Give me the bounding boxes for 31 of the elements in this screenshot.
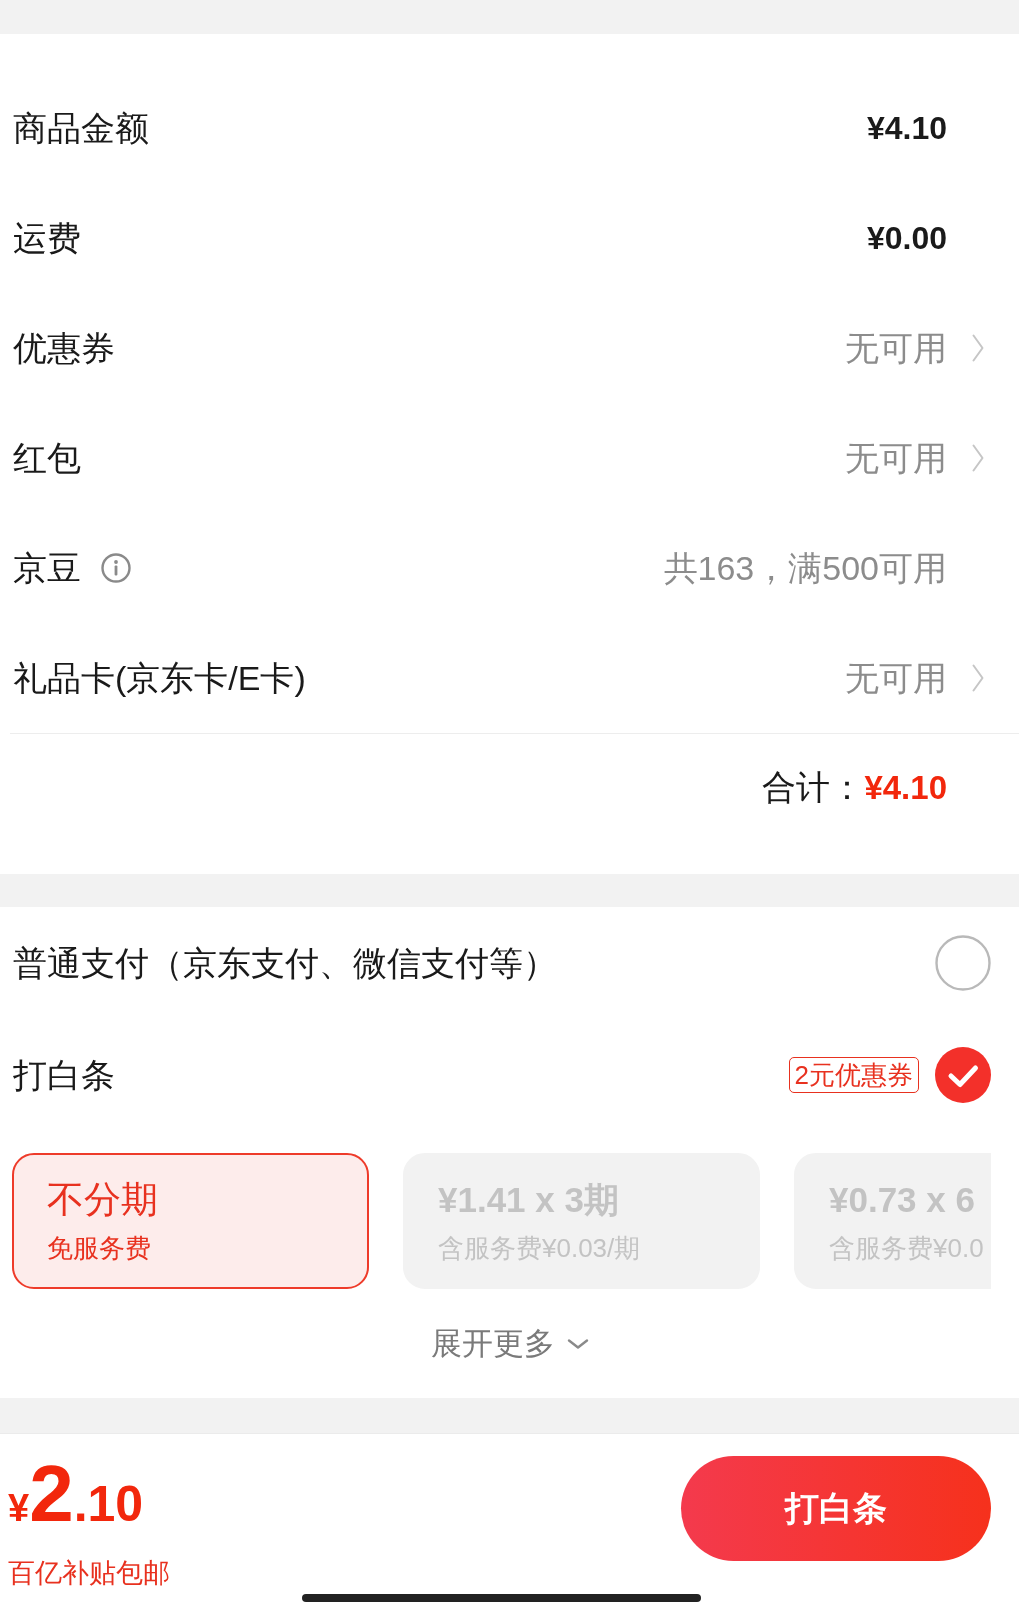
installment-amount: 不分期 [47,1177,158,1222]
coupon-badge: 2元优惠券 [788,1057,919,1093]
payment-method-label[interactable]: 普通支付（京东支付、微信支付等） [13,942,935,984]
payment-method-label[interactable]: 打白条 [13,1054,789,1096]
summary-label: 商品金额 [13,108,149,149]
summary-label: 优惠券 [13,328,115,369]
pay-price: ¥2.10 [8,1462,145,1540]
caret-down-icon [566,1338,589,1350]
radio-button[interactable] [935,1047,991,1103]
expand-button[interactable]: 展开更多 [430,1324,589,1364]
summary-label: 京豆 [13,548,81,589]
installment-option[interactable]: 不分期 免服务费 [12,1153,369,1289]
info-value: 共163，满500可用 [663,548,947,589]
radio-button[interactable] [935,935,991,991]
chevron-right-icon[interactable] [972,664,984,692]
amount-value: ¥4.10 [866,109,947,148]
shipping-note: 百亿补贴包邮 [8,1557,170,1590]
summary-label: 红包 [13,438,81,479]
chevron-right-icon[interactable] [972,334,984,362]
chevron-right-icon[interactable] [972,444,984,472]
summary-label: 运费 [13,218,81,259]
option-value[interactable]: 无可用 [845,437,947,479]
service-fee-note: 免服务费 [47,1231,151,1265]
option-value[interactable]: 无可用 [845,327,947,369]
info-icon[interactable] [101,553,131,583]
option-value[interactable]: 无可用 [845,657,947,699]
pay-button[interactable]: 打白条 [681,1456,991,1561]
summary-label: 礼品卡(京东卡/E卡) [13,658,306,699]
amount-value: ¥0.00 [866,219,947,258]
total-label: 合计： [762,767,865,807]
total-value: ¥4.10 [864,768,947,808]
